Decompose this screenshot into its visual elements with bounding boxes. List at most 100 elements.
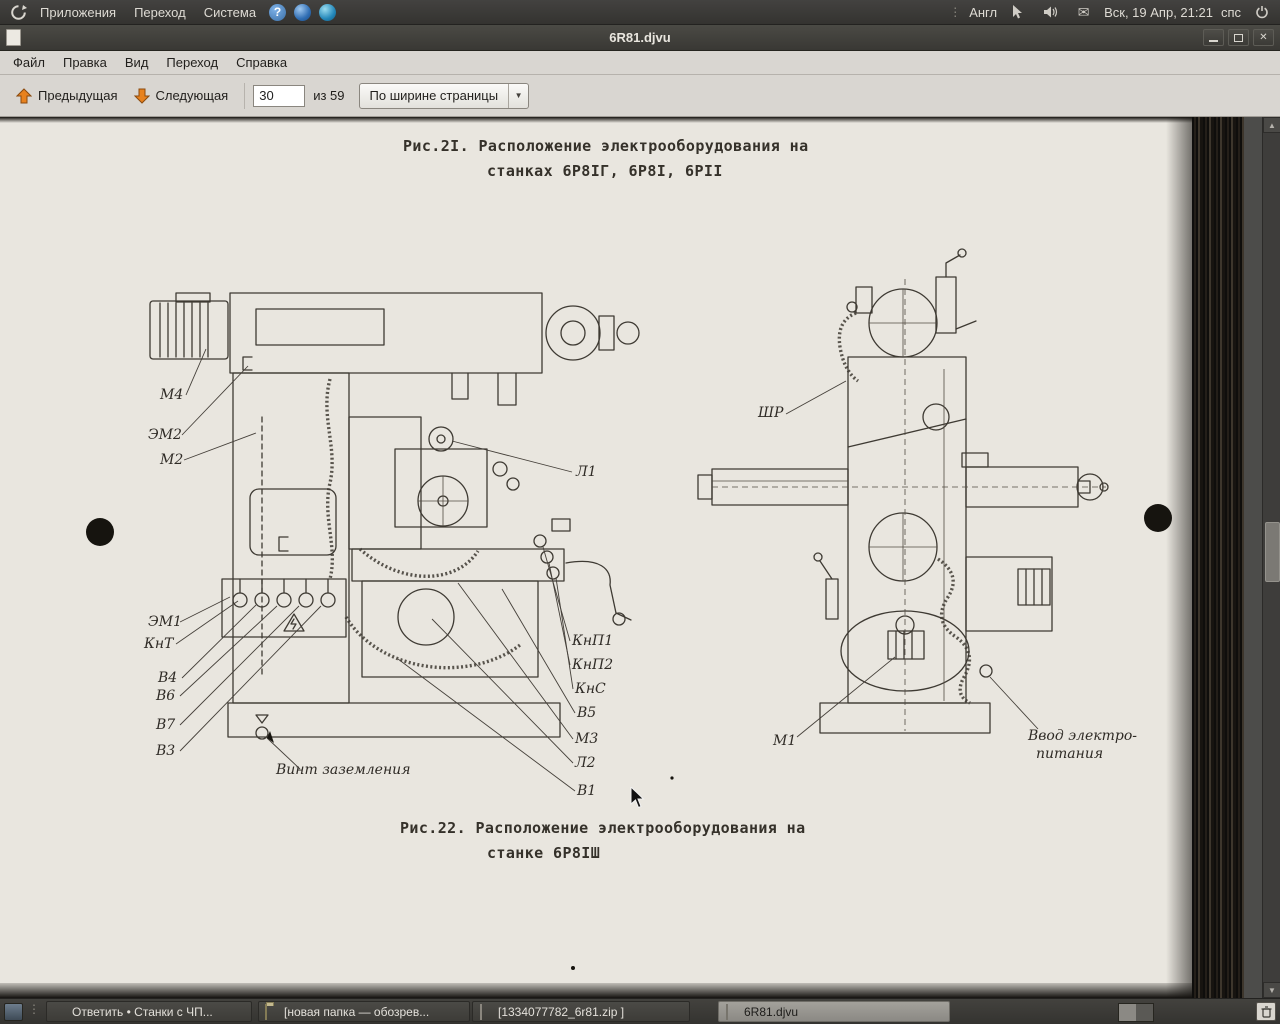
- scanned-page: Рис.2I. Расположение электрооборудования…: [0, 117, 1244, 998]
- document-icon: [725, 1005, 739, 1018]
- menu-places[interactable]: Переход: [125, 2, 195, 23]
- task-label: [новая папка — обозрев...: [284, 1005, 429, 1019]
- previous-label: Предыдущая: [38, 88, 118, 103]
- tray-handle[interactable]: ⋮: [949, 5, 961, 19]
- taskbar-handle[interactable]: ⋮: [28, 1002, 40, 1016]
- menu-edit[interactable]: Правка: [54, 52, 116, 73]
- window-icon: [6, 29, 21, 46]
- label-l2: Л2: [575, 755, 596, 771]
- task-label: [1334077782_6r81.zip ]: [498, 1005, 624, 1019]
- vertical-scrollbar[interactable]: ▲ ▼: [1262, 117, 1280, 998]
- pointer-tray-icon[interactable]: [1008, 3, 1027, 22]
- window-list-icon[interactable]: [4, 1003, 23, 1021]
- workspace-switcher[interactable]: [1118, 1003, 1154, 1022]
- mail-app-icon: [53, 1005, 67, 1018]
- scan-bottom-edge: [0, 983, 1244, 998]
- scan-top-edge: [0, 117, 1244, 123]
- scroll-down-icon: ▼: [1268, 986, 1276, 995]
- label-power-inlet-line1: Ввод электро-: [1028, 728, 1137, 744]
- down-arrow-icon: [134, 88, 150, 104]
- archive-icon: [479, 1005, 493, 1018]
- menu-file[interactable]: Файл: [4, 52, 54, 73]
- label-v4: В4: [158, 670, 177, 686]
- menu-go[interactable]: Переход: [157, 52, 227, 73]
- maximize-button[interactable]: [1228, 29, 1249, 46]
- taskbar: ⋮ Ответить • Станки с ЧП... [новая папка…: [0, 998, 1280, 1024]
- menu-view[interactable]: Вид: [116, 52, 158, 73]
- label-v5: В5: [577, 705, 596, 721]
- previous-page-button[interactable]: Предыдущая: [8, 84, 126, 108]
- volume-icon[interactable]: [1041, 3, 1060, 22]
- browser2-launcher-icon[interactable]: [318, 3, 337, 22]
- label-l1: Л1: [576, 464, 597, 480]
- label-em1: ЭМ1: [148, 614, 182, 630]
- menu-help[interactable]: Справка: [227, 52, 296, 73]
- figure-drawings: [0, 117, 1244, 998]
- label-m4: М4: [160, 387, 183, 403]
- globe-icon-2: [319, 4, 336, 21]
- workspace-1[interactable]: [1119, 1004, 1136, 1021]
- label-knp1: КнП1: [572, 633, 613, 649]
- minimize-icon: [1209, 40, 1218, 42]
- zoom-value: По ширине страницы: [360, 88, 509, 103]
- fig21-caption-line1: Рис.2I. Расположение электрооборудования…: [403, 137, 809, 155]
- page-number-input[interactable]: [253, 85, 305, 107]
- minimize-button[interactable]: [1203, 29, 1224, 46]
- label-v6: В6: [156, 688, 175, 704]
- label-ground-screw: Винт заземления: [276, 762, 410, 778]
- label-knp2: КнП2: [572, 657, 613, 673]
- distro-logo-icon[interactable]: [9, 3, 28, 22]
- power-icon[interactable]: [1252, 3, 1271, 22]
- label-v3: В3: [156, 743, 175, 759]
- scroll-down-button[interactable]: ▼: [1263, 982, 1280, 998]
- mail-notifier-icon[interactable]: ✉: [1074, 3, 1093, 22]
- label-em2: ЭМ2: [148, 427, 182, 443]
- task-djvu-viewer[interactable]: 6R81.djvu: [718, 1001, 950, 1022]
- fig21-drawing: [150, 293, 639, 739]
- label-m3: М3: [575, 731, 598, 747]
- label-shr: ШР: [758, 405, 783, 421]
- menu-system[interactable]: Система: [195, 2, 265, 23]
- label-m1: М1: [773, 733, 796, 749]
- scrollbar-thumb[interactable]: [1265, 522, 1280, 582]
- close-button[interactable]: ✕: [1253, 29, 1274, 46]
- scroll-up-button[interactable]: ▲: [1263, 117, 1280, 133]
- label-knt: КнТ: [144, 636, 173, 652]
- browser-launcher-icon[interactable]: [293, 3, 312, 22]
- maximize-icon: [1234, 34, 1243, 42]
- scroll-up-icon: ▲: [1268, 121, 1276, 130]
- fig22-caption-line2: станке 6Р8IШ: [487, 844, 600, 862]
- chevron-down-icon[interactable]: ▼: [508, 84, 528, 108]
- label-power-inlet-line2: питания: [1036, 746, 1103, 762]
- label-v1: В1: [577, 783, 596, 799]
- globe-icon: [294, 4, 311, 21]
- label-kns: КнС: [575, 681, 606, 697]
- mouse-cursor: [630, 787, 646, 809]
- window-title: 6R81.djvu: [0, 30, 1280, 45]
- menu-applications[interactable]: Приложения: [31, 2, 125, 23]
- user-switcher[interactable]: спс: [1221, 5, 1241, 20]
- up-arrow-icon: [16, 88, 32, 104]
- fig22-caption-line1: Рис.22. Расположение электрооборудования…: [400, 819, 806, 837]
- help-launcher-icon[interactable]: ?: [268, 3, 287, 22]
- task-label: 6R81.djvu: [744, 1005, 798, 1019]
- close-icon: ✕: [1259, 32, 1267, 43]
- toolbar: Предыдущая Следующая из 59 По ширине стр…: [0, 75, 1280, 117]
- label-v7: В7: [156, 717, 175, 733]
- task-file-browser[interactable]: [новая папка — обозрев...: [258, 1001, 470, 1022]
- task-mail-reply[interactable]: Ответить • Станки с ЧП...: [46, 1001, 252, 1022]
- next-page-button[interactable]: Следующая: [126, 84, 237, 108]
- toolbar-separator: [244, 83, 245, 109]
- menubar: Файл Правка Вид Переход Справка: [0, 51, 1280, 75]
- workspace-2[interactable]: [1136, 1004, 1153, 1021]
- trash-icon[interactable]: [1256, 1002, 1276, 1021]
- zoom-combobox[interactable]: По ширине страницы ▼: [359, 83, 530, 109]
- document-view[interactable]: Рис.2I. Расположение электрооборудования…: [0, 117, 1280, 998]
- keyboard-layout-indicator[interactable]: Англ: [969, 5, 997, 20]
- task-zip-archive[interactable]: [1334077782_6r81.zip ]: [472, 1001, 690, 1022]
- clock[interactable]: Вск, 19 Апр, 21:21: [1104, 5, 1213, 20]
- top-panel: Приложения Переход Система ? ⋮ Англ ✉ Вс…: [0, 0, 1280, 25]
- help-icon: ?: [269, 4, 286, 21]
- folder-icon: [265, 1005, 279, 1018]
- window-titlebar[interactable]: 6R81.djvu ✕: [0, 25, 1280, 51]
